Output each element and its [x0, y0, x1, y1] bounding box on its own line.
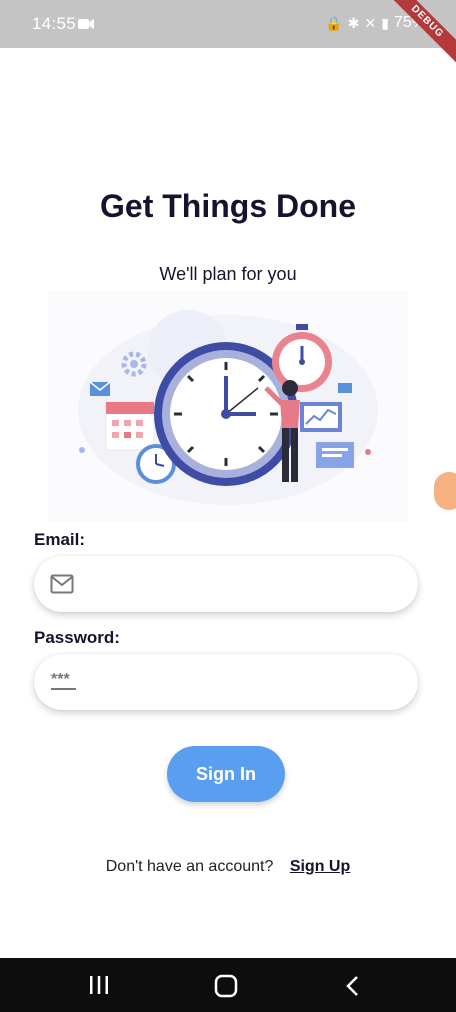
password-input[interactable] — [92, 673, 392, 691]
email-field[interactable] — [34, 556, 418, 612]
navigation-bar — [0, 958, 456, 1012]
video-camera-icon — [78, 19, 94, 29]
recent-apps-icon[interactable] — [88, 974, 110, 996]
floating-bubble[interactable] — [434, 472, 456, 510]
bluetooth-icon: ✱ — [347, 14, 360, 31]
password-label: Password: — [34, 628, 120, 647]
mail-icon — [50, 574, 74, 594]
status-time: 14:55 — [32, 14, 77, 33]
password-field[interactable]: *** — [34, 654, 418, 710]
time-management-illustration — [48, 290, 408, 522]
sign-in-button[interactable]: Sign In — [167, 746, 285, 802]
calendar-icon — [105, 401, 155, 451]
signal-icon: ▮ — [381, 14, 389, 31]
mute-icon: ✕ — [364, 14, 377, 31]
lock-icon: 🔒 — [325, 14, 343, 31]
back-icon[interactable] — [344, 974, 362, 998]
home-icon[interactable] — [214, 974, 238, 998]
email-input[interactable] — [88, 575, 388, 593]
password-icon: *** — [50, 672, 78, 692]
signup-prompt-row: Don't have an account? Sign Up — [0, 858, 456, 876]
page-title: Get Things Done — [100, 188, 356, 224]
svg-text:***: *** — [51, 672, 70, 688]
email-label: Email: — [34, 530, 86, 549]
debug-banner: DEBUG — [382, 0, 456, 67]
sign-up-link[interactable]: Sign Up — [290, 858, 350, 875]
signup-prompt-text: Don't have an account? — [105, 858, 274, 875]
page-subtitle: We'll plan for you — [159, 264, 297, 284]
status-bar: 14:55 🔒 ✱ ✕ ▮ 75% DEBUG — [0, 0, 456, 67]
